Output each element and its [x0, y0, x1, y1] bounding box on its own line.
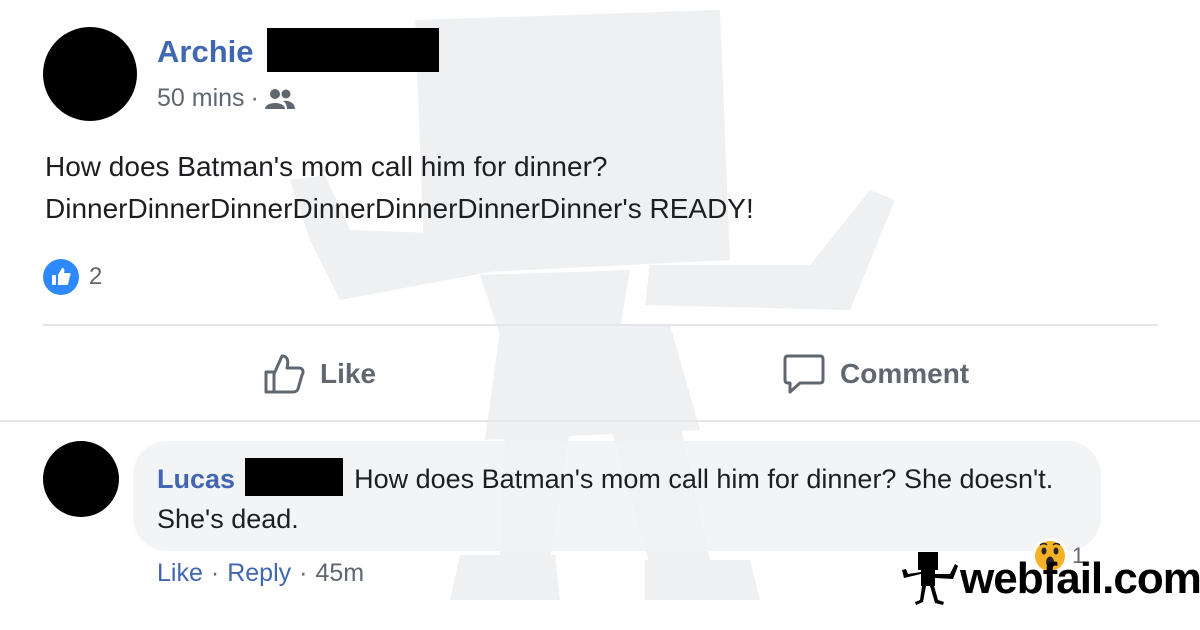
like-label: Like [320, 358, 377, 389]
author-avatar[interactable] [43, 27, 137, 121]
comment-body: Lucas How does Batman's mom call him for… [157, 458, 1087, 539]
webfail-watermark: webfail.com [900, 548, 1200, 610]
comment-button[interactable]: Comment [782, 352, 969, 396]
divider [0, 420, 1200, 422]
friends-icon [264, 88, 295, 109]
redacted-surname [267, 28, 439, 72]
webfail-mascot-icon [902, 552, 958, 605]
commenter-name[interactable]: Lucas [157, 464, 235, 494]
post-text: How does Batman's mom call him for dinne… [45, 146, 754, 230]
like-button[interactable]: Like [262, 352, 376, 396]
post-timestamp[interactable]: 50 mins [157, 84, 245, 113]
comment-actions: Like · Reply · 45m [157, 559, 364, 588]
meta-separator: · [250, 84, 259, 112]
like-reaction-icon [43, 259, 79, 295]
action-separator: · [210, 559, 220, 587]
reaction-count: 2 [89, 263, 103, 290]
action-separator: · [299, 559, 308, 587]
comment-timestamp[interactable]: 45m [315, 559, 364, 588]
post-text-line: How does Batman's mom call him for dinne… [45, 151, 608, 182]
reactions-summary[interactable]: 2 [43, 259, 102, 295]
comment-like-link[interactable]: Like [157, 559, 203, 588]
comment-label: Comment [840, 358, 970, 389]
commenter-avatar[interactable] [43, 441, 119, 517]
divider [43, 324, 1158, 326]
comment-reply-link[interactable]: Reply [227, 559, 291, 588]
author-name[interactable]: Archie [157, 34, 253, 70]
post-meta: 50 mins · [157, 84, 295, 113]
comment-icon [783, 354, 825, 394]
webfail-brand-text: webfail.com [960, 554, 1200, 603]
thumbs-up-icon [264, 354, 305, 394]
redacted-surname [244, 458, 343, 496]
post-text-line: DinnerDinnerDinnerDinnerDinnerDinnerDinn… [45, 193, 754, 224]
